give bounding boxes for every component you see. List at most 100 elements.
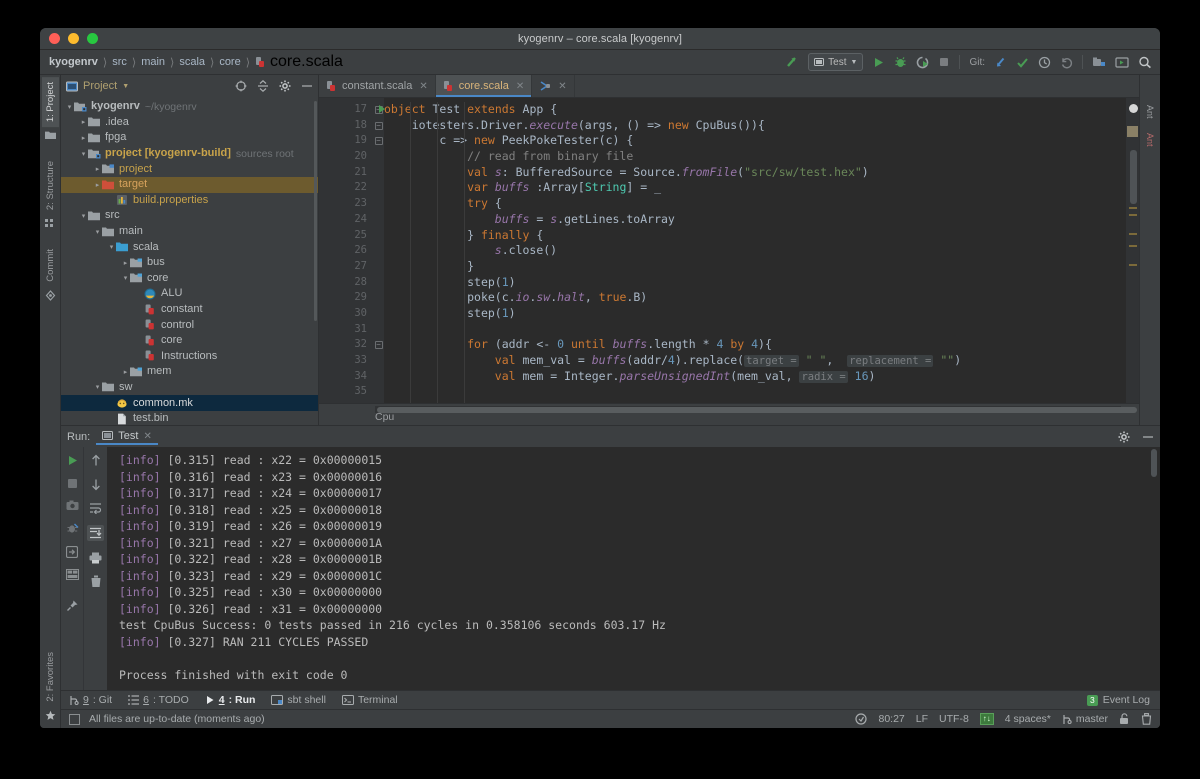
line-number[interactable]: 18 [319,118,373,134]
stop-icon[interactable] [67,478,78,489]
sidebar-item-structure[interactable]: 2: Structure [42,156,59,215]
collapse-icon[interactable]: − [374,137,383,146]
inspection-icon[interactable] [855,713,868,725]
line-number[interactable]: 17 [319,102,385,118]
editor-scrollbar-thumb[interactable] [1130,150,1137,204]
line-number[interactable]: 19 [319,133,373,149]
breadcrumb-item-0[interactable]: kyogenrv [49,56,98,68]
bottom-tab-terminal[interactable]: Terminal [341,694,398,706]
export-icon[interactable] [66,546,78,558]
sidebar-item-favorites[interactable]: 2: Favorites [42,647,59,707]
tree-node-constant[interactable]: constant [61,302,318,318]
chevron-down-icon[interactable]: ▾ [93,383,102,391]
chevron-down-icon[interactable]: ▾ [93,228,102,236]
line-number[interactable]: 34 [319,369,373,385]
trash-icon[interactable] [1141,713,1152,725]
gear-icon[interactable] [1118,431,1130,443]
update-project-icon[interactable] [994,56,1007,69]
indent-setting[interactable]: 4 spaces* [1005,713,1051,725]
line-number[interactable]: 35 [319,384,373,400]
rollback-icon[interactable] [1060,56,1073,69]
tree-node-common-mk[interactable]: common.mk [61,395,318,411]
sidebar-item-project[interactable]: 1: Project [41,77,59,128]
bottom-tab-run[interactable]: 4: Run [205,694,255,706]
editor-marker-gutter[interactable] [1126,98,1139,403]
scroll-up-icon[interactable] [90,454,102,467]
fold-toggle[interactable]: − [373,118,384,134]
sidebar-item-ant[interactable]: Ant [1143,129,1157,151]
layout-icon[interactable] [65,569,79,580]
line-number[interactable]: 20 [319,149,373,165]
chevron-right-icon[interactable]: ▸ [93,165,102,173]
tab-constant-scala[interactable]: constant.scala ✕ [319,75,436,97]
line-separator[interactable]: LF [916,713,928,725]
collapse-icon[interactable]: − [374,341,383,350]
tree-node-kyogenrv[interactable]: ▾ kyogenrv ~/kyogenrv [61,99,318,115]
project-tree[interactable]: ▾ kyogenrv ~/kyogenrv ▸ .idea ▸ fpga ▾ project [… [61,97,318,425]
code-editor[interactable]: 17 18 19 20 21 22 23 24 25 26 27 28 29 30 31 32 33 34 35 −… [319,98,1139,403]
line-number[interactable]: 25 [319,228,373,244]
tree-node-alu[interactable]: ALU [61,286,318,302]
tree-node-core[interactable]: ▾ core [61,271,318,287]
tree-node-fpga[interactable]: ▸ fpga [61,130,318,146]
run-tab-test[interactable]: Test ✕ [96,428,158,445]
code-line[interactable] [384,322,1126,338]
line-number[interactable]: 28 [319,275,373,291]
rerun-icon[interactable] [66,454,79,467]
bottom-tab-git[interactable]: 9: Git [69,694,112,706]
gear-icon[interactable] [279,80,291,92]
tree-node-bus[interactable]: ▸ bus [61,255,318,271]
close-icon[interactable]: ✕ [558,81,566,92]
insert-mode-badge[interactable]: ↑↓ [979,713,994,725]
line-number[interactable]: 33 [319,353,373,369]
fold-toggle[interactable]: − [373,133,384,149]
code-line[interactable]: c => new PeekPokeTester(c) { [384,133,1126,149]
git-branch-widget[interactable]: master [1062,713,1108,725]
line-number[interactable]: 21 [319,165,373,181]
chevron-right-icon[interactable]: ▸ [79,118,88,126]
inspection-status-icon[interactable] [1129,104,1138,113]
build-icon[interactable] [785,55,799,69]
code-line[interactable] [384,384,1126,400]
chevron-down-icon[interactable]: ▾ [121,274,130,282]
line-number[interactable]: 24 [319,212,373,228]
code-line[interactable]: iotesters.Driver.execute(args, () => new… [384,118,1126,134]
code-line[interactable]: buffs = s.getLines.toArray [384,212,1126,228]
tree-node-project[interactable]: ▸ project [61,161,318,177]
dump-threads-icon[interactable] [66,522,79,535]
close-icon[interactable]: ✕ [516,81,524,92]
line-number[interactable]: 22 [319,180,373,196]
chevron-down-icon[interactable]: ▾ [79,150,88,158]
chevron-down-icon[interactable]: ▼ [122,83,129,90]
sidebar-item-commit[interactable]: Commit [42,244,59,287]
line-number[interactable]: 32 [319,337,373,353]
chevron-down-icon[interactable]: ▾ [65,103,74,111]
code-line[interactable]: object Test extends App { [384,102,1126,118]
sidebar-item-ant-top[interactable]: Ant [1143,101,1157,123]
event-log-button[interactable]: 3 Event Log [1086,694,1160,706]
code-line[interactable]: for (addr <- 0 until buffs.length * 4 by… [384,337,1126,353]
history-icon[interactable] [1038,56,1051,69]
line-number[interactable]: 31 [319,322,373,338]
settings-icon[interactable] [1092,56,1106,69]
breadcrumb-file[interactable]: core.scala [255,53,343,71]
code-folding-gutter[interactable]: − − − − [373,98,384,403]
run-console-output[interactable]: [info] [0.315] read : x22 = 0x00000015 [i… [107,447,1160,690]
line-number[interactable]: 23 [319,196,373,212]
locate-file-icon[interactable] [235,80,247,92]
tree-node-project-kyogenrv-build[interactable]: ▾ project [kyogenrv-build] sources root [61,146,318,162]
breadcrumb-item-1[interactable]: src [112,56,127,68]
chevron-right-icon[interactable]: ▸ [93,181,102,189]
code-line[interactable]: poke(c.io.sw.halt, true.B) [384,290,1126,306]
code-text[interactable]: object Test extends App { iotesters.Driv… [384,98,1126,403]
file-encoding[interactable]: UTF-8 [939,713,969,725]
fold-toggle[interactable]: − [373,337,384,353]
tree-node-build-properties[interactable]: build.properties [61,193,318,209]
close-icon[interactable]: ✕ [143,431,151,442]
scroll-down-icon[interactable] [90,478,102,491]
pin-icon[interactable] [66,599,79,612]
tree-node-idea[interactable]: ▸ .idea [61,115,318,131]
line-number[interactable]: 27 [319,259,373,275]
code-line[interactable]: val mem_val = buffs(addr/4).replace(targ… [384,353,1126,369]
breadcrumb-item-3[interactable]: scala [179,56,205,68]
